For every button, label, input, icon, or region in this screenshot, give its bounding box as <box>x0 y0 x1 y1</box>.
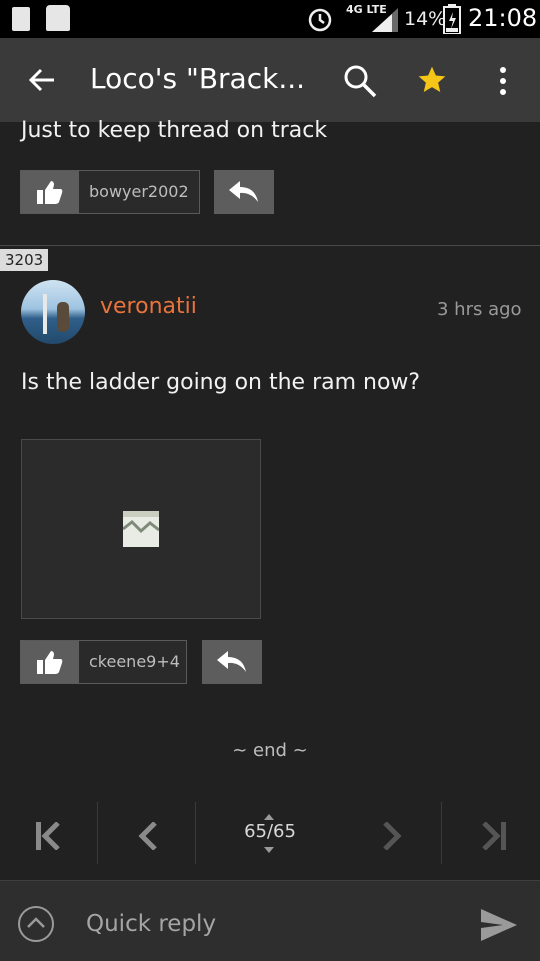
star-icon[interactable] <box>416 64 448 96</box>
broken-image-icon <box>123 511 159 547</box>
next-page-icon[interactable] <box>382 822 402 850</box>
expand-reply-icon[interactable] <box>17 905 55 943</box>
end-label: ~ end ~ <box>232 740 308 761</box>
last-page-icon[interactable] <box>480 822 506 850</box>
liked-by[interactable]: ckeene9+4 <box>79 641 180 683</box>
post-image[interactable] <box>21 439 261 619</box>
signal-icon <box>372 8 398 32</box>
thread-title: Loco's "Brack... <box>90 62 306 95</box>
post-time: 3 hrs ago <box>437 299 522 320</box>
back-arrow-icon[interactable] <box>28 66 56 94</box>
reply-button[interactable] <box>202 640 262 684</box>
app-bar: Loco's "Brack... <box>0 38 540 122</box>
prev-like-group[interactable]: bowyer2002 <box>20 170 200 214</box>
thumbs-up-icon <box>37 181 63 204</box>
first-page-icon[interactable] <box>36 822 62 850</box>
reply-arrow-icon <box>229 181 258 202</box>
post-text: Is the ladder going on the ram now? <box>21 370 421 395</box>
prev-page-icon[interactable] <box>138 822 158 850</box>
notification-icon <box>12 7 30 31</box>
prev-like-button[interactable] <box>21 171 79 213</box>
post-divider <box>0 245 540 246</box>
alarm-icon <box>308 8 332 32</box>
post-number: 3203 <box>0 249 49 271</box>
like-button[interactable] <box>21 641 79 683</box>
reply-arrow-icon <box>217 651 246 672</box>
quick-reply-input[interactable] <box>84 901 448 947</box>
avatar[interactable] <box>21 280 85 344</box>
chevron-down-icon <box>264 847 274 853</box>
thumbs-up-icon <box>37 651 63 674</box>
post-username[interactable]: veronatii <box>100 294 197 319</box>
clock: 21:08 <box>468 4 538 32</box>
page-navigation: 65/65 <box>0 802 540 866</box>
search-icon[interactable] <box>343 64 377 98</box>
app-notification-icon <box>46 5 70 31</box>
prev-reply-button[interactable] <box>214 170 274 214</box>
quick-reply-bar <box>0 880 540 961</box>
battery-percent: 14% <box>404 8 447 30</box>
send-icon[interactable] <box>481 909 517 941</box>
battery-icon <box>443 4 461 34</box>
page-indicator[interactable]: 65/65 <box>230 821 310 842</box>
prev-post-text: Just to keep thread on track <box>21 118 328 143</box>
status-bar: 4G LTE 14% 21:08 <box>0 0 540 38</box>
chevron-up-icon <box>264 814 274 820</box>
more-vert-icon[interactable] <box>498 66 508 96</box>
like-group[interactable]: ckeene9+4 <box>20 640 187 684</box>
prev-liked-by[interactable]: bowyer2002 <box>79 171 189 213</box>
